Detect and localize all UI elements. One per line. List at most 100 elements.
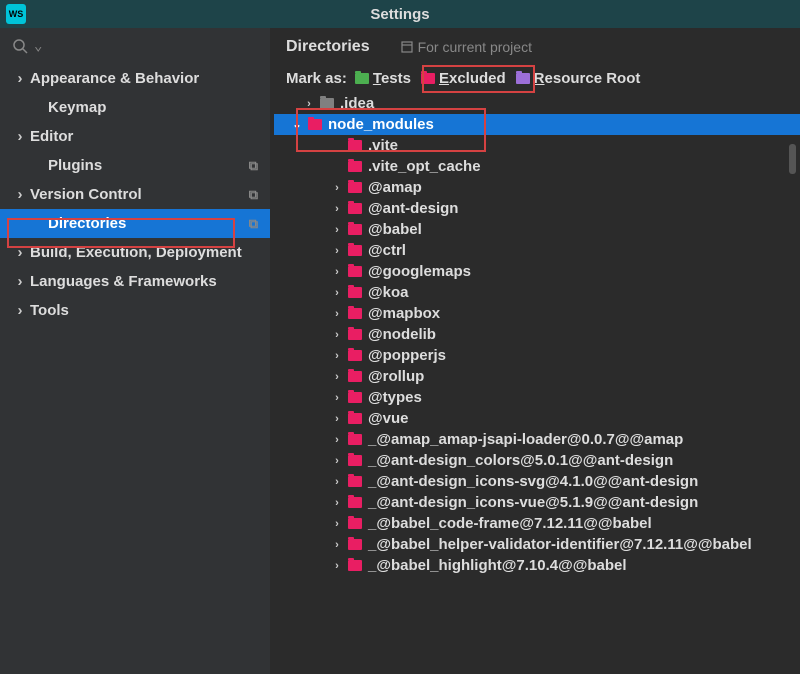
- sidebar-item-label: Directories: [48, 215, 126, 232]
- folder-row[interactable]: › _@babel_helper-validator-identifier@7.1…: [274, 534, 800, 555]
- chevron-right-icon: ›: [14, 186, 26, 203]
- folder-row[interactable]: .vite_opt_cache: [274, 156, 800, 177]
- folder-row[interactable]: › @vue: [274, 408, 800, 429]
- chevron-right-icon: ›: [332, 539, 342, 551]
- folder-row[interactable]: › @babel: [274, 219, 800, 240]
- markas-excluded[interactable]: Excluded: [421, 70, 506, 87]
- folder-label: _@amap_amap-jsapi-loader@0.0.7@@amap: [368, 431, 683, 448]
- sidebar-item-label: Build, Execution, Deployment: [30, 244, 242, 261]
- folder-icon: [348, 308, 362, 319]
- folder-row[interactable]: › _@babel_code-frame@7.12.11@@babel: [274, 513, 800, 534]
- project-scope-hint: For current project: [400, 39, 532, 55]
- markas-row: Mark as: Tests Excluded Resource Root: [270, 60, 800, 93]
- folder-label: @vue: [368, 410, 408, 427]
- sidebar-item-plugins[interactable]: Plugins⧉: [0, 151, 270, 180]
- folder-icon: [348, 518, 362, 529]
- folder-label: _@babel_code-frame@7.12.11@@babel: [368, 515, 652, 532]
- sidebar-item-languages-frameworks[interactable]: ›Languages & Frameworks: [0, 267, 270, 296]
- folder-label: @popperjs: [368, 347, 446, 364]
- folder-row[interactable]: ›_@ant-design_colors@5.0.1@@ant-design: [274, 450, 800, 471]
- folder-row[interactable]: › @popperjs: [274, 345, 800, 366]
- folder-row[interactable]: ›@nodelib: [274, 324, 800, 345]
- folder-icon: [348, 560, 362, 571]
- sidebar-item-keymap[interactable]: Keymap: [0, 93, 270, 122]
- chevron-right-icon: ›: [14, 70, 26, 87]
- folder-label: @googlemaps: [368, 263, 471, 280]
- project-icon: [400, 40, 414, 54]
- folder-row[interactable]: › @ant-design: [274, 198, 800, 219]
- chevron-right-icon: ›: [332, 224, 342, 236]
- sidebar-item-appearance-behavior[interactable]: ›Appearance & Behavior: [0, 64, 270, 93]
- folder-icon: [348, 161, 362, 172]
- copy-icon[interactable]: ⧉: [249, 187, 258, 203]
- folder-label: .idea: [340, 95, 374, 112]
- folder-label: .vite: [368, 137, 398, 154]
- folder-row[interactable]: ›_@amap_amap-jsapi-loader@0.0.7@@amap: [274, 429, 800, 450]
- markas-tests[interactable]: Tests: [355, 70, 411, 87]
- folder-icon: [348, 245, 362, 256]
- folder-icon: [421, 73, 435, 84]
- folder-row[interactable]: ›@types: [274, 387, 800, 408]
- markas-label: Mark as:: [286, 70, 347, 87]
- folder-label: @amap: [368, 179, 422, 196]
- main-container: ⌄ ›Appearance & BehaviorKeymap›EditorPlu…: [0, 28, 800, 674]
- scrollbar-thumb[interactable]: [789, 144, 796, 174]
- chevron-right-icon: ›: [332, 308, 342, 320]
- folder-row[interactable]: ›_@ant-design_icons-svg@4.1.0@@ant-desig…: [274, 471, 800, 492]
- markas-resource-root[interactable]: Resource Root: [516, 70, 641, 87]
- folder-label: _@babel_helper-validator-identifier@7.12…: [368, 536, 752, 553]
- folder-icon: [348, 392, 362, 403]
- chevron-right-icon: ›: [332, 371, 342, 383]
- chevron-down-icon: ⌄: [292, 118, 302, 131]
- sidebar-item-label: Appearance & Behavior: [30, 70, 199, 87]
- chevron-right-icon: ›: [332, 203, 342, 215]
- sidebar-item-editor[interactable]: ›Editor: [0, 122, 270, 151]
- sidebar: ⌄ ›Appearance & BehaviorKeymap›EditorPlu…: [0, 28, 270, 674]
- folder-icon: [308, 119, 322, 130]
- chevron-right-icon: ›: [332, 350, 342, 362]
- folder-row[interactable]: › @amap: [274, 177, 800, 198]
- folder-row[interactable]: ⌄node_modules: [274, 114, 800, 135]
- folder-row[interactable]: .vite: [274, 135, 800, 156]
- folder-row[interactable]: ›_@babel_highlight@7.10.4@@babel: [274, 555, 800, 576]
- project-hint-text: For current project: [418, 39, 532, 55]
- folder-row[interactable]: ›@rollup: [274, 366, 800, 387]
- sidebar-item-build-execution-deployment[interactable]: ›Build, Execution, Deployment: [0, 238, 270, 267]
- folder-label: @babel: [368, 221, 422, 238]
- folder-row[interactable]: ›@koa: [274, 282, 800, 303]
- copy-icon[interactable]: ⧉: [249, 158, 258, 174]
- sidebar-item-tools[interactable]: ›Tools: [0, 296, 270, 325]
- directory-tree: ›.idea⌄node_modules.vite.vite_opt_cache›…: [270, 93, 800, 674]
- window-title: Settings: [370, 6, 429, 23]
- chevron-right-icon: ›: [14, 128, 26, 145]
- folder-row[interactable]: ›@googlemaps: [274, 261, 800, 282]
- folder-row[interactable]: › @ctrl: [274, 240, 800, 261]
- folder-label: @types: [368, 389, 422, 406]
- copy-icon[interactable]: ⧉: [249, 216, 258, 232]
- markas-label: Excluded: [439, 70, 506, 87]
- folder-row[interactable]: ›.idea: [274, 93, 800, 114]
- search-box[interactable]: ⌄: [0, 28, 270, 64]
- sidebar-item-version-control[interactable]: ›Version Control⧉: [0, 180, 270, 209]
- folder-icon: [348, 434, 362, 445]
- folder-label: @ant-design: [368, 200, 458, 217]
- chevron-right-icon: ›: [14, 302, 26, 319]
- folder-icon: [348, 329, 362, 340]
- chevron-right-icon: ›: [332, 518, 342, 530]
- chevron-right-icon: ›: [332, 245, 342, 257]
- folder-icon: [348, 476, 362, 487]
- chevron-right-icon: ›: [332, 560, 342, 572]
- folder-icon: [348, 371, 362, 382]
- folder-icon: [516, 73, 530, 84]
- folder-icon: [348, 455, 362, 466]
- chevron-right-icon: ›: [332, 182, 342, 194]
- chevron-right-icon: ›: [332, 476, 342, 488]
- search-icon: [12, 38, 28, 54]
- folder-row[interactable]: ›_@ant-design_icons-vue@5.1.9@@ant-desig…: [274, 492, 800, 513]
- sidebar-item-label: Tools: [30, 302, 69, 319]
- folder-label: @ctrl: [368, 242, 406, 259]
- chevron-right-icon: ›: [332, 413, 342, 425]
- chevron-right-icon: ›: [332, 287, 342, 299]
- folder-row[interactable]: ›@mapbox: [274, 303, 800, 324]
- sidebar-item-directories[interactable]: Directories ⧉: [0, 209, 270, 238]
